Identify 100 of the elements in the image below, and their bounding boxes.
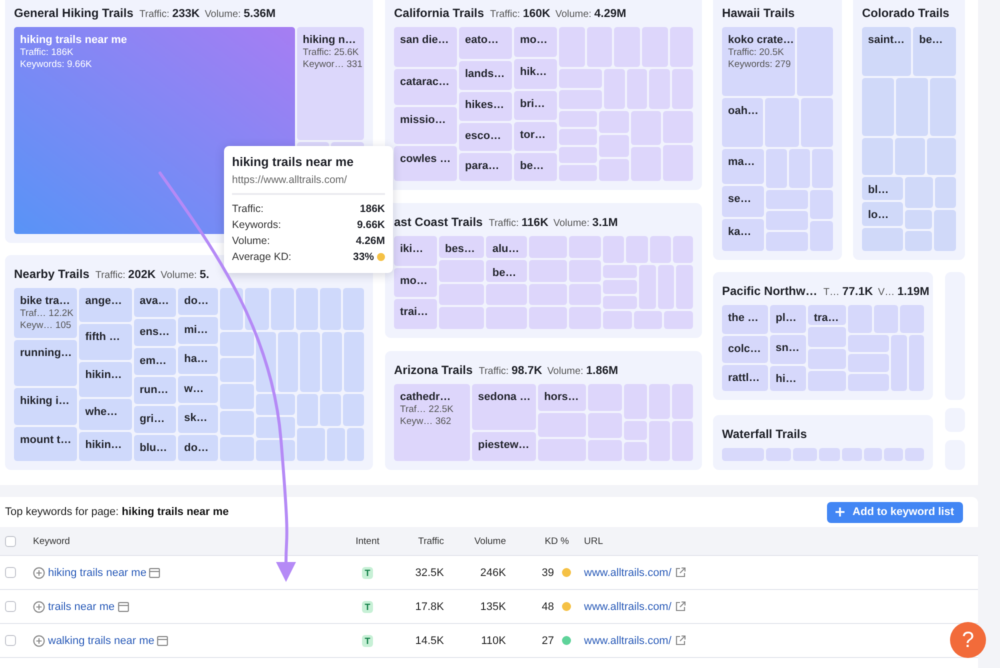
tile-label: ma… bbox=[728, 155, 755, 170]
tile-label: do… bbox=[184, 440, 209, 455]
tile-label: ka… bbox=[728, 225, 752, 240]
tile-label: mount t… bbox=[20, 432, 72, 447]
group-title: Colorado Trails bbox=[862, 5, 950, 22]
tile-label: lands… bbox=[465, 66, 505, 81]
tile-stat: Keyw… 105 bbox=[20, 320, 72, 332]
group-title: Waterfall Trails bbox=[722, 426, 807, 443]
tile-label: sedona … bbox=[478, 390, 531, 404]
tile-label: ha… bbox=[184, 352, 208, 366]
tooltip-value: 9.66K bbox=[356, 219, 385, 231]
tile-label: blu… bbox=[140, 441, 168, 456]
group-volume: Volume: 4.29M bbox=[555, 7, 626, 22]
tile-stat: Keywords: 279 bbox=[728, 59, 791, 71]
tile-label: bri… bbox=[520, 96, 546, 111]
group-volume: V… 1.19M bbox=[878, 285, 930, 300]
tile-label: se… bbox=[728, 192, 752, 206]
tile-label: hiking n… bbox=[302, 33, 356, 47]
tile-label: em… bbox=[140, 354, 167, 368]
tile-label: saint… bbox=[868, 33, 905, 47]
table-cell: 27 bbox=[542, 634, 554, 646]
tile-label: ava… bbox=[140, 294, 170, 308]
intent-badge: T bbox=[362, 634, 374, 646]
tile-label: hikes… bbox=[465, 98, 504, 112]
group-title: General Hiking Trails bbox=[14, 5, 134, 22]
tile-label: be… bbox=[919, 33, 943, 47]
tile-label: bes… bbox=[444, 242, 475, 256]
column-header: Intent bbox=[356, 536, 380, 546]
tooltip-value: 33% bbox=[352, 251, 374, 263]
group-title: California Trails bbox=[394, 5, 484, 22]
tile-label: iki… bbox=[400, 242, 424, 256]
group-traffic: T… 77.1K bbox=[823, 285, 873, 300]
table-cell-text: 14.5K bbox=[415, 634, 445, 646]
tile-label: sn… bbox=[776, 341, 800, 356]
tile-label: missio… bbox=[400, 113, 446, 128]
tile-label: cowles … bbox=[400, 152, 451, 166]
tile-label: rattl… bbox=[728, 371, 760, 386]
group-traffic: Traffic: 116K bbox=[488, 216, 548, 231]
group-title: Hawaii Trails bbox=[722, 5, 795, 22]
tile-label: be… bbox=[520, 159, 544, 174]
tile-label: oah… bbox=[728, 104, 759, 118]
group-volume: Volume: 3.1M bbox=[553, 216, 618, 231]
table-cell-text: 32.5K bbox=[415, 566, 445, 578]
tile-stat: Traf… 22.5K bbox=[400, 404, 454, 416]
tile-stat: Traffic: 25.6K bbox=[302, 47, 359, 59]
column-header: Traffic bbox=[418, 536, 445, 546]
group-traffic: Traffic: 202K bbox=[95, 268, 156, 283]
table-cell: 39 bbox=[542, 566, 554, 578]
group-title: Nearby Trails bbox=[14, 266, 90, 283]
tooltip-label: Volume: bbox=[232, 235, 270, 247]
column-header: Keyword bbox=[32, 536, 70, 546]
group-volume: Volume: 5.36M bbox=[204, 7, 276, 22]
tile-label: san die… bbox=[400, 33, 449, 47]
group-traffic: Traffic: 98.7K bbox=[478, 364, 542, 379]
group-title: Arizona Trails bbox=[394, 362, 473, 379]
tile-label: bike tra… bbox=[20, 294, 70, 308]
table-cell-text: 135K bbox=[480, 600, 507, 612]
tile-label: lo… bbox=[868, 208, 889, 222]
tile-label: running… bbox=[20, 346, 72, 360]
tile-label: hiking trails near me bbox=[20, 33, 127, 47]
tile-stat: Keywords: 9.66K bbox=[20, 59, 92, 71]
tile-stat: Traffic: 20.5K bbox=[728, 47, 784, 59]
tile-label: para… bbox=[465, 159, 500, 174]
table-cell-text: 17.8K bbox=[415, 600, 445, 612]
group-title: Pacific Northw… bbox=[722, 283, 818, 300]
tile-label: sk… bbox=[184, 411, 208, 426]
tile-label: ens… bbox=[140, 325, 170, 340]
group-traffic: Traffic: 160K bbox=[490, 7, 550, 22]
tile-label: cathedr… bbox=[400, 390, 451, 404]
tooltip-label: Keywords: bbox=[232, 219, 282, 231]
tile-label: whe… bbox=[85, 405, 118, 420]
tile-label: alu… bbox=[492, 242, 520, 256]
tile-label: mo… bbox=[520, 33, 548, 47]
tile-stat: Keywor… 331 bbox=[302, 59, 362, 71]
tile-label: hik… bbox=[520, 65, 547, 80]
tile-label: ange… bbox=[85, 294, 122, 308]
tile-stat: Keyw… 362 bbox=[400, 416, 452, 428]
tooltip-url: https://www.alltrails.com/ bbox=[232, 174, 385, 195]
tile-label: esco… bbox=[465, 129, 502, 144]
tile-label: colc… bbox=[728, 342, 762, 356]
tooltip-label: Traffic: bbox=[232, 203, 264, 215]
tile-label: the … bbox=[728, 311, 759, 325]
group-traffic: Traffic: 233K bbox=[139, 7, 200, 22]
group-title: ast Coast Trails bbox=[394, 214, 483, 231]
group-volume: Volume: 5. bbox=[160, 268, 210, 283]
tooltip-value: 186K bbox=[360, 203, 385, 215]
tooltip-label: Average KD: bbox=[232, 251, 292, 263]
table-caption: Top keywords for page: hiking trails near me bbox=[5, 506, 229, 518]
table-cell: 48 bbox=[542, 600, 554, 612]
tile-label: hikin… bbox=[85, 438, 122, 452]
tile-label: hikin… bbox=[85, 368, 122, 382]
tile-label: catarac… bbox=[400, 74, 450, 89]
tile-label: tor… bbox=[520, 128, 546, 142]
group-volume: Volume: 1.86M bbox=[547, 364, 618, 379]
tile-label: mi… bbox=[184, 322, 208, 337]
tile-label: bl… bbox=[868, 182, 889, 197]
tile-label: run… bbox=[140, 383, 168, 398]
tile-label: pl… bbox=[776, 311, 796, 325]
tile-label: piestew… bbox=[478, 438, 530, 452]
tile-stat: Traf… 12.2K bbox=[20, 308, 74, 320]
